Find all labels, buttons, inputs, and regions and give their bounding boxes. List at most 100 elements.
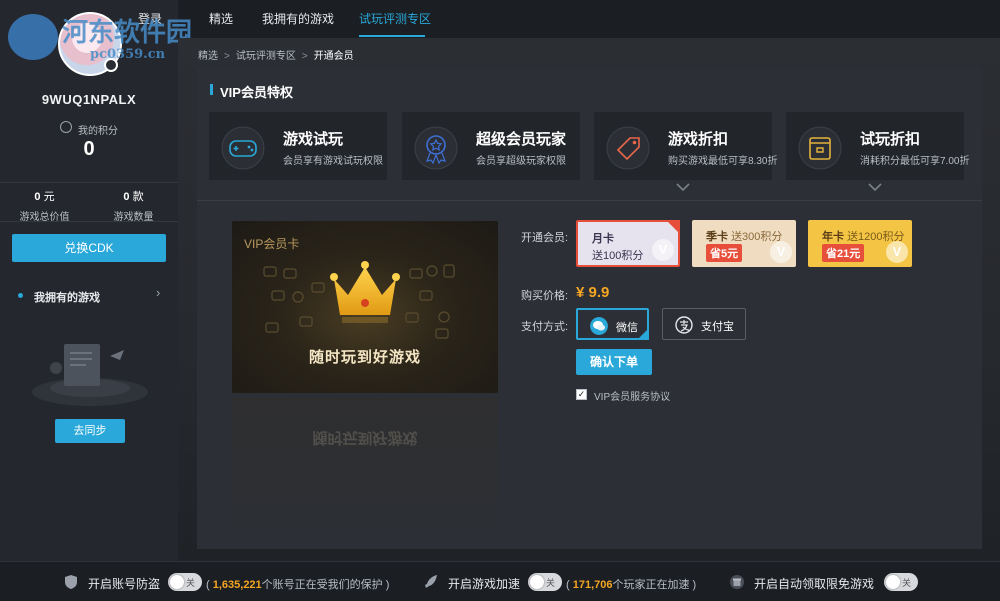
- pay-wechat-button[interactable]: 微信: [576, 308, 649, 340]
- breadcrumb-item[interactable]: 试玩评测专区: [236, 51, 296, 62]
- perk-card: 超级会员玩家 会员享超级玩家权限: [402, 112, 580, 180]
- footer-note: ( 171,706个玩家正在加速 ): [566, 579, 697, 591]
- footer-label: 开启自动领取限免游戏: [754, 577, 875, 591]
- footer-label: 开启游戏加速: [448, 577, 521, 591]
- sidebar: 9WUQ1NPALX 我的积分 0 0 元 游戏总价值 0 款 游戏数量 兑换C…: [0, 0, 178, 561]
- footer-count: 1,635,221: [212, 579, 262, 591]
- plan-save-badge: 省5元: [706, 244, 743, 262]
- nav-featured[interactable]: 精选: [209, 0, 233, 38]
- gamepad-icon: [221, 126, 265, 170]
- owned-games-dot: [18, 293, 23, 298]
- toggle-state: 关: [902, 578, 912, 588]
- price-value: ¥ 9.9: [576, 284, 610, 301]
- pay-method-label: 微信: [616, 322, 638, 334]
- perk-card: 游戏折扣 购买游戏最低可享8.30折: [594, 112, 777, 180]
- stat-value: 0: [34, 191, 41, 203]
- toggle-state: 关: [546, 578, 556, 588]
- watermark-logo-icon: [8, 14, 58, 60]
- breadcrumb-current: 开通会员: [313, 51, 354, 62]
- chevron-down-icon[interactable]: [867, 182, 883, 192]
- stat-total-value: 0 元 游戏总价值: [0, 188, 89, 223]
- selected-check-icon: [637, 328, 649, 340]
- plan-yearly[interactable]: 年卡 送1200积分 省21元 V: [808, 220, 912, 267]
- vip-card-slogan: 随时玩到好游戏: [308, 349, 421, 366]
- agreement-checkbox[interactable]: ✓: [576, 389, 587, 400]
- breadcrumb: 精选 > 试玩评测专区 > 开通会员: [198, 51, 354, 62]
- tag-icon: [606, 126, 650, 170]
- chevron-down-icon[interactable]: [675, 182, 691, 192]
- chevron-right-icon[interactable]: ›: [156, 285, 160, 300]
- nav-trial-review[interactable]: 试玩评测专区: [359, 0, 431, 38]
- stat-value: 0: [123, 191, 130, 203]
- toggle-knob: [530, 575, 544, 589]
- perk-desc: 购买游戏最低可享8.30折: [668, 156, 778, 167]
- alipay-icon: [675, 316, 693, 334]
- agreement-link[interactable]: VIP会员服务协议: [594, 388, 670, 403]
- rocket-icon: [425, 575, 437, 588]
- vip-card-reflection: 随时玩到好游戏: [232, 398, 498, 538]
- points-icon: [60, 121, 72, 133]
- perk-title: 游戏折扣: [668, 131, 729, 148]
- watermark-text: 河东软件园: [62, 18, 193, 48]
- pay-alipay-button[interactable]: 支付宝: [662, 308, 746, 340]
- crown-icon: [330, 261, 400, 323]
- perk-title: 游戏试玩: [283, 131, 344, 148]
- owned-games-link[interactable]: 我拥有的游戏: [34, 289, 100, 305]
- wallet-icon: [798, 126, 842, 170]
- stat-unit: 款: [132, 191, 144, 203]
- plan-desc: 送100积分: [592, 250, 644, 262]
- watermark-url: pc0359.cn: [90, 47, 166, 62]
- stat-label: 游戏数量: [113, 212, 154, 223]
- footer-label: 开启账号防盗: [88, 577, 161, 591]
- stat-game-count: 0 款 游戏数量: [89, 188, 178, 223]
- toggle-game-boost[interactable]: 关: [528, 573, 562, 591]
- footer-note-text: 个玩家正在加速: [612, 579, 690, 591]
- plan-label: 开通会员:: [521, 232, 569, 244]
- sync-button[interactable]: 去同步: [55, 419, 125, 443]
- redeem-cdk-button[interactable]: 兑换CDK: [12, 234, 166, 262]
- plan-save-badge: 省21元: [822, 244, 865, 262]
- confirm-order-button[interactable]: 确认下单: [576, 349, 652, 375]
- plan-name: 季卡 送300积分: [706, 231, 783, 243]
- nav-owned-games[interactable]: 我拥有的游戏: [262, 0, 334, 38]
- footer-note: ( 1,635,221个账号正在受我们的保护 ): [206, 579, 390, 591]
- nav-active-indicator: [359, 35, 425, 37]
- price-label: 购买价格:: [521, 290, 569, 302]
- perk-title: 试玩折扣: [860, 131, 921, 148]
- vip-badge-icon: V: [770, 241, 792, 263]
- breadcrumb-item[interactable]: 精选: [198, 51, 218, 62]
- top-nav: 登录 精选 我拥有的游戏 试玩评测专区: [138, 0, 1000, 38]
- vip-panel: VIP会员特权 游戏试玩 会员享有游戏试玩权限 超级会员玩家 会员享超级玩家权限…: [197, 68, 982, 549]
- perk-desc: 消耗积分最低可享7.00折: [860, 156, 970, 167]
- perk-desc: 会员享有游戏试玩权限: [283, 156, 383, 167]
- footer-bar: 开启账号防盗 关 ( 1,635,221个账号正在受我们的保护 ) 开启游戏加速…: [0, 561, 1000, 601]
- toggle-knob: [886, 575, 900, 589]
- selected-check-icon: [666, 220, 680, 234]
- toggle-state: 关: [186, 578, 196, 588]
- toggle-account-protection[interactable]: 关: [168, 573, 202, 591]
- vip-card-label: VIP会员卡: [244, 237, 300, 251]
- gift-icon: [730, 575, 744, 589]
- points-label: 我的积分: [78, 126, 118, 137]
- plan-quarterly[interactable]: 季卡 送300积分 省5元 V: [692, 220, 796, 267]
- shield-icon: [65, 575, 77, 589]
- perk-card: 试玩折扣 消耗积分最低可享7.00折: [786, 112, 969, 180]
- pay-method-label: 支付宝: [701, 321, 734, 333]
- footer-note-text: 个账号正在受我们的保护: [261, 579, 383, 591]
- sync-illustration: [32, 344, 148, 406]
- perk-card: 游戏试玩 会员享有游戏试玩权限: [209, 112, 387, 180]
- perk-desc: 会员享超级玩家权限: [476, 156, 566, 167]
- plan-monthly[interactable]: 月卡 送100积分 V: [576, 220, 680, 267]
- perk-title: 超级会员玩家: [476, 131, 567, 148]
- toggle-auto-claim[interactable]: 关: [884, 573, 918, 591]
- vip-badge-icon: V: [886, 241, 908, 263]
- stats-bar: 0 元 游戏总价值 0 款 游戏数量: [0, 182, 178, 223]
- stat-unit: 元: [43, 191, 55, 203]
- pay-label: 支付方式:: [521, 321, 569, 333]
- panel-title: VIP会员特权: [220, 85, 293, 100]
- stat-label: 游戏总价值: [19, 212, 70, 223]
- section-divider: [197, 200, 982, 201]
- vip-card: VIP会员卡 随时玩到好游戏: [232, 221, 498, 393]
- wechat-icon: [590, 317, 608, 335]
- footer-count: 171,706: [572, 579, 613, 591]
